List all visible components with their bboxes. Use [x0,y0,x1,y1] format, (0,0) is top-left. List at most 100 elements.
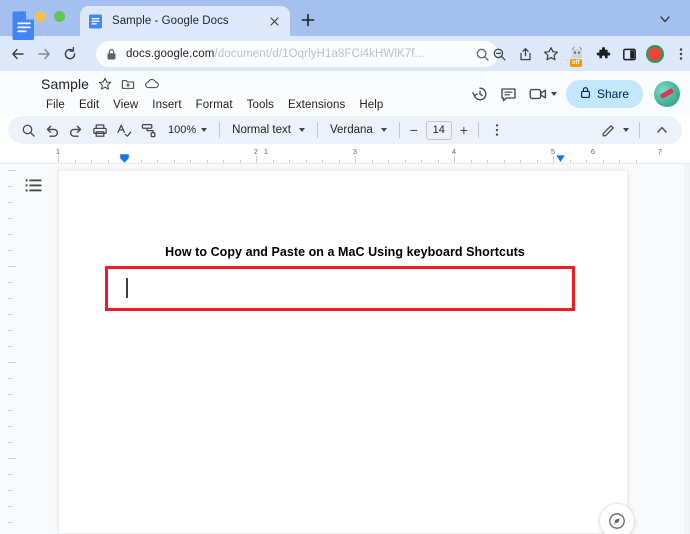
font-size-stepper: − 14 + [406,120,472,140]
ruler-number-6: 6 [590,147,596,156]
zoom-level-value: 100% [168,124,197,136]
google-docs-icon [88,14,103,29]
vertical-scrollbar[interactable] [684,164,690,534]
reload-icon[interactable] [60,44,80,64]
video-camera-icon[interactable] [526,82,550,106]
google-docs-logo[interactable] [12,10,36,40]
menu-file[interactable]: File [40,97,71,113]
menu-extensions[interactable]: Extensions [282,97,351,113]
browser-tab[interactable]: Sample - Google Docs [80,6,290,36]
url-domain: docs.google.com [126,48,215,60]
minimize-window-button[interactable] [35,11,46,22]
avatar[interactable] [654,81,680,107]
docs-header-actions: Share [468,80,680,108]
paint-format-icon[interactable] [136,119,160,141]
menu-view[interactable]: View [107,97,144,113]
move-to-folder-icon[interactable] [121,77,135,91]
lock-icon [580,86,591,102]
chevron-down-icon [380,128,387,132]
increase-font-size-button[interactable]: + [456,121,472,139]
close-icon[interactable] [266,13,282,29]
side-panel-icon[interactable] [616,44,642,64]
browser-window: Sample - Google Docs docs.google.com/doc… [0,0,690,534]
toolbar-divider [398,122,400,138]
chevron-down-icon[interactable] [550,92,557,96]
url-path: /document/d/1OqrlyH1a8FCi4kHWlK7f... [214,48,425,60]
horizontal-ruler[interactable]: 1 2 3 4 5 1 6 7 [0,146,690,164]
cloud-saved-icon[interactable] [144,77,159,91]
forward-arrow-icon[interactable] [34,44,54,64]
ruler-number-1: 1 [55,147,61,156]
toolbar-divider [639,122,640,138]
zoom-out-icon[interactable] [486,44,512,64]
bookmark-star-icon[interactable] [538,44,564,64]
menu-edit[interactable]: Edit [73,97,105,113]
left-indent-marker[interactable] [119,153,129,163]
extension-off-badge: off [570,59,582,67]
font-size-input[interactable]: 14 [425,120,452,140]
star-icon[interactable] [98,77,112,91]
annotation-rectangle [105,266,575,311]
undo-icon[interactable] [40,119,64,141]
editing-mode-button[interactable] [596,119,629,141]
menu-format[interactable]: Format [190,97,239,113]
screen-record-icon[interactable] [642,44,668,64]
navigation-buttons [8,44,80,64]
toolbar-right-group [596,119,674,141]
new-tab-button[interactable] [299,11,317,29]
back-arrow-icon[interactable] [8,44,28,64]
document-outline-icon[interactable] [24,176,44,196]
print-icon[interactable] [88,119,112,141]
search-icon[interactable] [16,119,40,141]
lock-icon [106,48,117,61]
decrease-font-size-button[interactable]: − [406,121,422,139]
browser-action-icons: off [486,44,690,67]
maximize-window-button[interactable] [54,11,65,22]
paragraph-style-value: Normal text [232,124,291,136]
browser-tab-title: Sample - Google Docs [112,15,229,27]
ruler-number-7: 7 [657,147,663,156]
vertical-ruler [8,164,16,534]
address-bar[interactable]: docs.google.com/document/d/1OqrlyH1a8FCi… [96,41,498,67]
docs-menu-bar: File Edit View Insert Format Tools Exten… [40,97,389,113]
meet-button[interactable] [526,82,557,106]
chevron-down-icon [201,128,208,132]
chevron-down-icon[interactable] [658,12,674,28]
toolbar-divider [219,122,221,138]
zoom-level-dropdown[interactable]: 100% [162,119,213,141]
document-page[interactable]: How to Copy and Paste on a MaC Using key… [58,170,635,534]
document-title-row: Sample [41,76,159,92]
spelling-check-icon[interactable] [112,119,136,141]
version-history-icon[interactable] [468,82,492,106]
browser-tab-strip: Sample - Google Docs [0,0,690,36]
more-options-icon[interactable] [485,119,509,141]
document-title[interactable]: Sample [41,76,89,92]
comment-icon[interactable] [497,82,521,106]
share-button-label: Share [596,87,629,101]
paragraph-style-dropdown[interactable]: Normal text [226,119,311,141]
chevron-down-icon [623,128,629,132]
chevron-up-icon[interactable] [650,119,674,141]
chrome-menu-icon[interactable] [668,44,690,64]
font-family-dropdown[interactable]: Verdana [324,119,393,141]
explore-icon[interactable] [599,503,635,534]
menu-insert[interactable]: Insert [146,97,187,113]
toolbar-divider [316,122,318,138]
ruler-number-2: 2 [253,147,259,156]
ruler-track: 1 2 3 4 5 [55,146,637,164]
share-button[interactable]: Share [565,80,643,108]
editing-mode-pencil-icon[interactable] [596,119,620,141]
toolbar-divider [477,122,479,138]
puzzle-extensions-icon[interactable] [590,44,616,64]
chevron-down-icon [298,128,305,132]
font-family-value: Verdana [329,124,373,136]
redo-icon[interactable] [64,119,88,141]
right-indent-marker[interactable] [555,153,565,162]
menu-tools[interactable]: Tools [241,97,280,113]
menu-help[interactable]: Help [353,97,389,113]
address-bar-url: docs.google.com/document/d/1OqrlyH1a8FCi… [126,48,471,60]
ruler-number-left: 1 [263,147,269,156]
share-icon[interactable] [512,44,538,64]
extension-badge-icon[interactable]: off [564,44,590,67]
document-heading[interactable]: How to Copy and Paste on a MaC Using key… [125,244,565,260]
